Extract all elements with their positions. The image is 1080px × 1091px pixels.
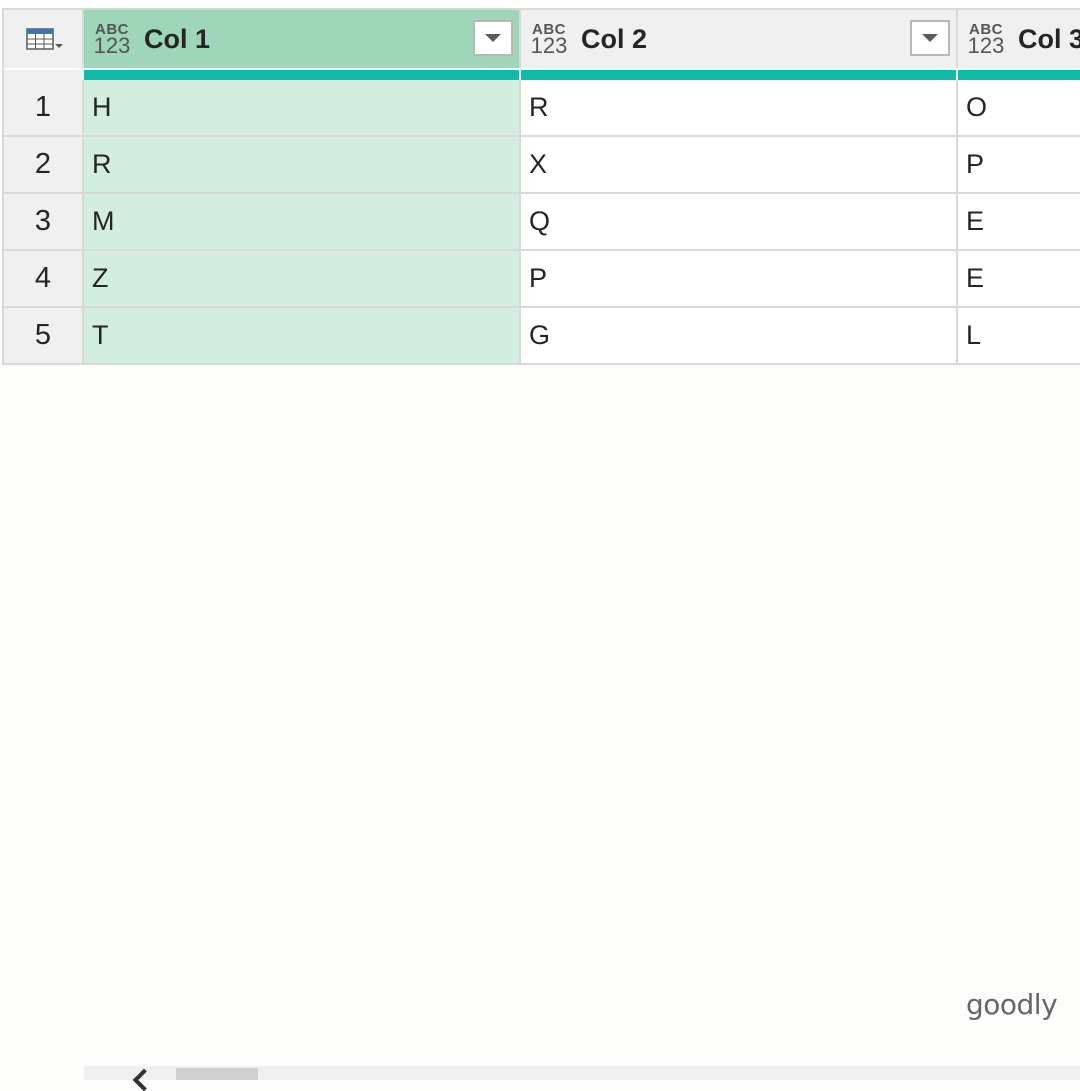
row-number[interactable]: 1 [4,80,84,137]
table-row: 1 H R O [4,80,1080,137]
table-cell[interactable]: O [958,80,1080,137]
abc-123-icon[interactable]: ABC 123 [966,22,1006,57]
column-quality-bar [84,70,519,80]
table-cell[interactable]: Z [84,251,521,308]
header-row: ABC 123 Col 1 ABC 123 Col 2 ABC 123 Col [4,10,1080,70]
abc-123-icon[interactable]: ABC 123 [92,22,132,57]
row-number[interactable]: 2 [4,137,84,194]
column-title: Col 3 [1018,23,1080,54]
table-menu-button[interactable] [4,10,84,68]
table-cell[interactable]: L [958,308,1080,365]
column-header-col2[interactable]: ABC 123 Col 2 [521,10,958,68]
row-number[interactable]: 3 [4,194,84,251]
column-quality-bar [521,70,956,80]
table-row: 3 M Q E [4,194,1080,251]
table-cell[interactable]: E [958,251,1080,308]
table-cell[interactable]: M [84,194,521,251]
chevron-down-icon [922,34,938,42]
row-number[interactable]: 4 [4,251,84,308]
column-title: Col 2 [581,23,648,54]
horizontal-scrollbar[interactable] [84,1066,1080,1091]
table-row: 2 R X P [4,137,1080,194]
goodly-watermark: goodly [966,988,1058,1021]
filter-dropdown-button[interactable] [473,20,513,56]
row-number[interactable]: 5 [4,308,84,365]
table-row: 5 T G L [4,308,1080,365]
table-cell[interactable]: E [958,194,1080,251]
table-cell[interactable]: P [521,251,958,308]
column-header-col1[interactable]: ABC 123 Col 1 [84,10,521,68]
quality-bar-spacer [4,70,84,80]
table-cell[interactable]: R [84,137,521,194]
column-title: Col 1 [144,23,211,54]
column-quality-bar [958,70,1080,80]
table-cell[interactable]: Q [521,194,958,251]
table-cell[interactable]: P [958,137,1080,194]
abc-123-icon[interactable]: ABC 123 [529,22,569,57]
data-grid: ABC 123 Col 1 ABC 123 Col 2 ABC 123 Col [2,8,1080,365]
table-cell[interactable]: T [84,308,521,365]
table-cell[interactable]: H [84,80,521,137]
column-quality-bar-row [4,70,1080,80]
table-row: 4 Z P E [4,251,1080,308]
table-cell[interactable]: G [521,308,958,365]
table-icon [26,27,63,51]
table-cell[interactable]: R [521,80,958,137]
chevron-down-icon [485,34,501,42]
filter-dropdown-button[interactable] [910,20,950,56]
scrollbar-thumb[interactable] [176,1068,258,1080]
column-header-col3[interactable]: ABC 123 Col 3 [958,10,1080,68]
table-cell[interactable]: X [521,137,958,194]
